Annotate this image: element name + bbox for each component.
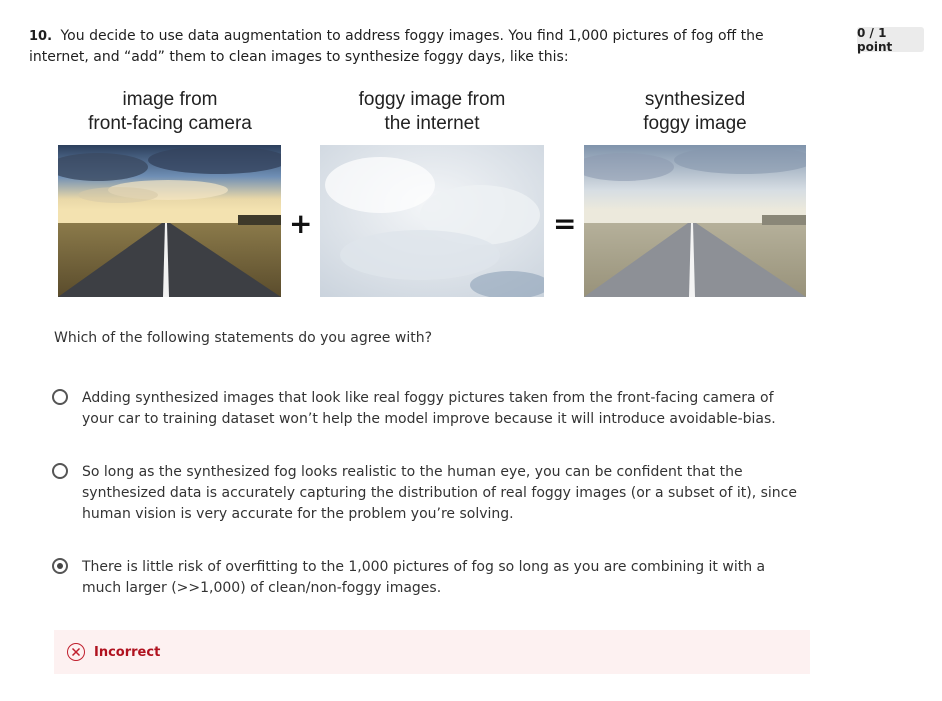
incorrect-x-icon xyxy=(67,643,85,661)
caption-camera-image: image from front-facing camera xyxy=(88,89,252,134)
fog-image xyxy=(320,145,544,297)
synthesized-image xyxy=(584,145,806,297)
caption-fog-image: foggy image from the internet xyxy=(358,89,506,134)
question-text: You decide to use data augmentation to a… xyxy=(29,28,764,65)
question-prompt: Which of the following statements do you… xyxy=(54,330,433,346)
feedback-status: Incorrect xyxy=(94,644,161,660)
question-header: 10. You decide to use data augmentation … xyxy=(29,26,809,68)
feedback-banner: Incorrect xyxy=(54,630,810,674)
points-badge: 0 / 1 point xyxy=(857,26,924,54)
radio-option-3-selected[interactable] xyxy=(52,558,68,574)
camera-road-image xyxy=(58,145,281,297)
plus-operator: + xyxy=(289,207,313,240)
option-1-label: Adding synthesized images that look like… xyxy=(82,390,776,427)
radio-option-1[interactable] xyxy=(52,389,68,405)
option-3-label: There is little risk of overfitting to t… xyxy=(82,559,766,596)
option-2-label: So long as the synthesized fog looks rea… xyxy=(82,464,797,522)
question-number: 10. xyxy=(29,29,53,44)
equals-operator: = xyxy=(553,207,577,240)
radio-option-2[interactable] xyxy=(52,463,68,479)
caption-synthesized-image: synthesized foggy image xyxy=(643,89,747,134)
